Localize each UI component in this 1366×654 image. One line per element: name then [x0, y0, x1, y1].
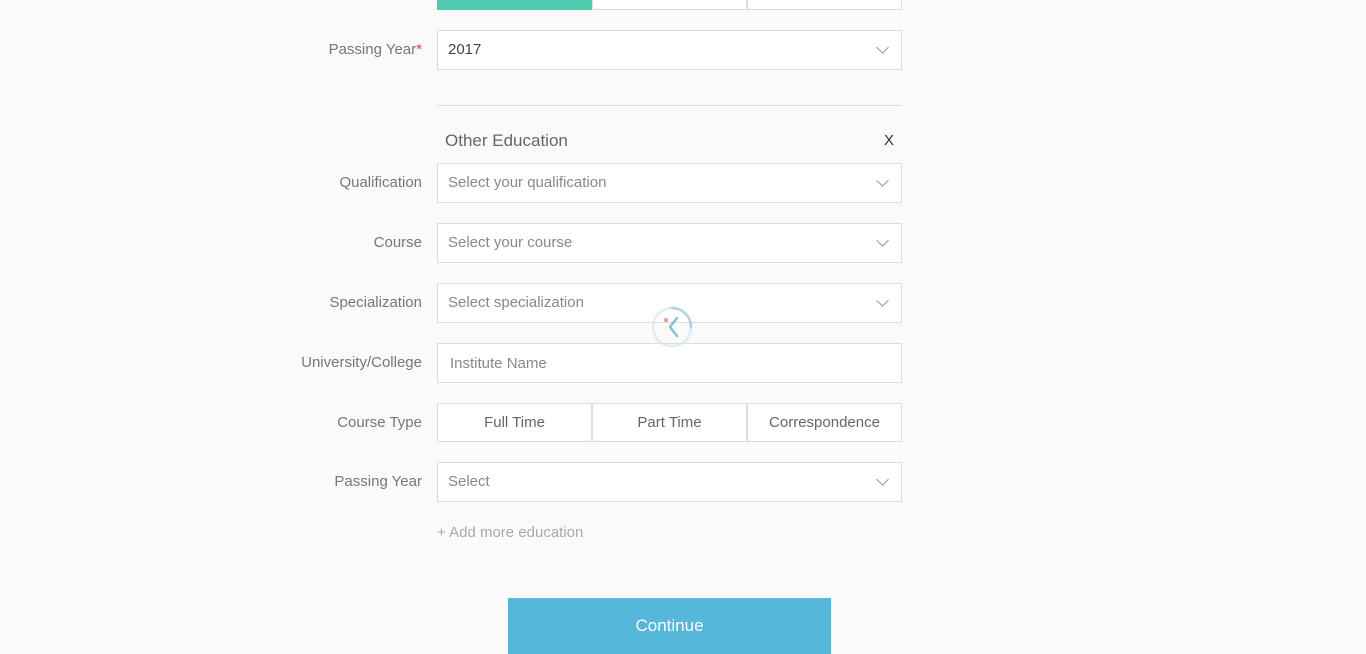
institute-name-input[interactable] — [438, 344, 901, 382]
required-marker: * — [416, 41, 422, 58]
chevron-down-icon — [876, 473, 889, 486]
course-type-full-time[interactable]: Full Time — [437, 403, 592, 442]
university-row: University/College — [0, 343, 1366, 383]
course-row: Course Select your course — [0, 223, 1366, 263]
section-divider — [437, 105, 902, 106]
continue-button[interactable]: Continue — [508, 598, 831, 654]
chevron-down-icon — [876, 294, 889, 307]
course-select[interactable]: Select your course — [437, 223, 902, 263]
qualification-select[interactable]: Select your qualification — [437, 163, 902, 203]
passing-year-select[interactable]: 2017 — [437, 30, 902, 70]
education-form-page: Passing Year* 2017 Other Education X Qua… — [0, 0, 1366, 654]
qualification-placeholder: Select your qualification — [448, 174, 607, 191]
top-course-type-segment — [437, 0, 902, 10]
qualification-label: Qualification — [339, 174, 422, 191]
course-type-correspondence[interactable]: Correspondence — [747, 403, 902, 442]
university-label: University/College — [301, 354, 422, 371]
chevron-down-icon — [876, 174, 889, 187]
spinner-icon — [651, 306, 693, 348]
add-more-education-link[interactable]: + Add more education — [437, 524, 583, 541]
chevron-down-icon — [876, 234, 889, 247]
top-segment-option[interactable] — [592, 0, 747, 10]
course-type-part-time[interactable]: Part Time — [592, 403, 747, 442]
course-type-segment: Full Time Part Time Correspondence — [437, 403, 902, 443]
specialization-label: Specialization — [329, 294, 422, 311]
other-education-title: Other Education — [445, 131, 568, 150]
chevron-down-icon — [876, 41, 889, 54]
other-passing-year-placeholder: Select — [448, 473, 490, 490]
passing-year-row: Passing Year* 2017 — [0, 30, 1366, 70]
other-passing-year-label: Passing Year — [334, 473, 422, 490]
qualification-row: Qualification Select your qualification — [0, 163, 1366, 203]
course-placeholder: Select your course — [448, 234, 573, 251]
other-passing-year-select[interactable]: Select — [437, 462, 902, 502]
remove-education-button[interactable]: X — [884, 132, 894, 149]
university-input-wrapper — [437, 343, 902, 383]
top-segment-option[interactable] — [747, 0, 902, 10]
specialization-placeholder: Select specialization — [448, 294, 584, 311]
other-passing-year-row: Passing Year Select — [0, 462, 1366, 502]
course-type-label: Course Type — [337, 414, 422, 431]
passing-year-label: Passing Year* — [328, 41, 422, 58]
top-segment-option-active[interactable] — [437, 0, 592, 10]
course-type-row: Course Type Full Time Part Time Correspo… — [0, 403, 1366, 443]
course-label: Course — [373, 234, 422, 251]
passing-year-value: 2017 — [448, 41, 482, 58]
